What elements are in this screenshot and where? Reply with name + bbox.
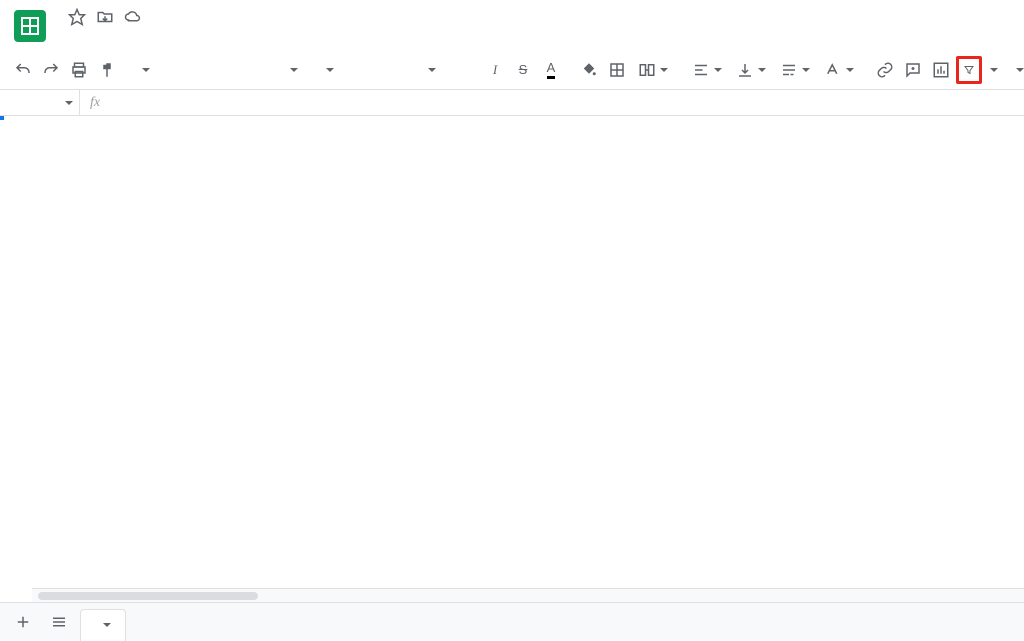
menu-extensions[interactable] bbox=[170, 28, 184, 36]
formula-bar: fx bbox=[0, 90, 1024, 116]
percent-button[interactable] bbox=[196, 56, 222, 84]
spreadsheet-grid[interactable] bbox=[0, 116, 1024, 588]
bold-button[interactable] bbox=[454, 56, 480, 84]
strikethrough-button[interactable]: S bbox=[510, 56, 536, 84]
star-icon[interactable] bbox=[68, 8, 86, 26]
filter-views-dropdown[interactable] bbox=[984, 56, 1004, 84]
redo-icon[interactable] bbox=[38, 56, 64, 84]
zoom-dropdown[interactable] bbox=[132, 56, 156, 84]
fill-color-icon[interactable] bbox=[576, 56, 602, 84]
menu-donnees[interactable] bbox=[138, 28, 152, 36]
decrease-decimal-button[interactable] bbox=[224, 56, 250, 84]
number-format-dropdown[interactable] bbox=[280, 56, 304, 84]
last-modified-link[interactable] bbox=[202, 28, 216, 36]
currency-button[interactable] bbox=[168, 56, 194, 84]
font-family-dropdown[interactable] bbox=[316, 56, 406, 84]
menu-insertion[interactable] bbox=[106, 28, 120, 36]
sheet-tab-active[interactable] bbox=[80, 609, 126, 641]
selection-outline bbox=[0, 116, 4, 120]
menu-affichage[interactable] bbox=[90, 28, 104, 36]
menu-fichier[interactable] bbox=[58, 28, 72, 36]
all-sheets-icon[interactable] bbox=[44, 607, 74, 637]
menu-aide[interactable] bbox=[186, 28, 200, 36]
filter-icon[interactable] bbox=[956, 56, 982, 84]
text-color-button[interactable]: A bbox=[538, 56, 564, 84]
vertical-align-dropdown[interactable] bbox=[730, 56, 772, 84]
menu-outils[interactable] bbox=[154, 28, 168, 36]
move-icon[interactable] bbox=[96, 8, 114, 26]
sheet-tab-menu-icon[interactable] bbox=[103, 623, 111, 627]
horizontal-scrollbar[interactable] bbox=[32, 588, 1024, 602]
borders-icon[interactable] bbox=[604, 56, 630, 84]
insert-link-icon[interactable] bbox=[872, 56, 898, 84]
paint-format-icon[interactable] bbox=[94, 56, 120, 84]
title-bar bbox=[0, 0, 1024, 44]
fx-icon: fx bbox=[80, 95, 110, 111]
cloud-saved-icon[interactable] bbox=[124, 8, 142, 26]
italic-button[interactable]: I bbox=[482, 56, 508, 84]
menu-bar bbox=[58, 28, 216, 36]
menu-format[interactable] bbox=[122, 28, 136, 36]
sheet-bar bbox=[0, 602, 1024, 640]
insert-chart-icon[interactable] bbox=[928, 56, 954, 84]
print-icon[interactable] bbox=[66, 56, 92, 84]
font-size-dropdown[interactable] bbox=[418, 56, 442, 84]
toolbar: I S A bbox=[0, 50, 1024, 90]
increase-decimal-button[interactable] bbox=[252, 56, 278, 84]
merge-cells-dropdown[interactable] bbox=[632, 56, 674, 84]
add-sheet-icon[interactable] bbox=[8, 607, 38, 637]
insert-comment-icon[interactable] bbox=[900, 56, 926, 84]
text-rotation-dropdown[interactable] bbox=[818, 56, 860, 84]
name-box[interactable] bbox=[0, 90, 80, 115]
horizontal-align-dropdown[interactable] bbox=[686, 56, 728, 84]
menu-edition[interactable] bbox=[74, 28, 88, 36]
undo-icon[interactable] bbox=[10, 56, 36, 84]
sheets-logo[interactable] bbox=[12, 8, 48, 44]
functions-dropdown[interactable] bbox=[1006, 56, 1024, 84]
active-cell-outline bbox=[0, 116, 4, 120]
text-wrap-dropdown[interactable] bbox=[774, 56, 816, 84]
